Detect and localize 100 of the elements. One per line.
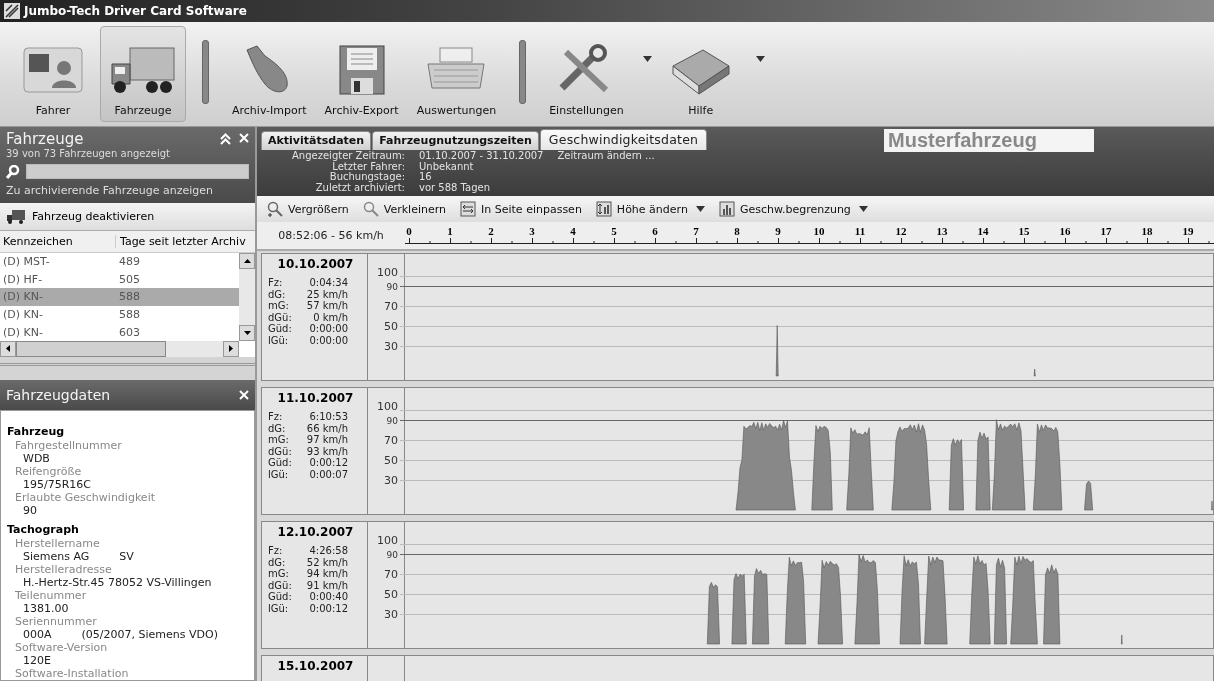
- toolbar-button[interactable]: Hilfe: [657, 26, 744, 122]
- table-cell-text: (D) KN-: [3, 290, 44, 304]
- stat-label: dGü:: [268, 579, 293, 592]
- panel-title: Fahrzeugdaten: [6, 386, 111, 403]
- table-cell-text: 588: [118, 308, 141, 322]
- column-header[interactable]: Kennzeichen: [3, 235, 115, 248]
- speed-axis-label: 30: [384, 340, 398, 353]
- hour-label: 10: [813, 225, 825, 237]
- vertical-scrollbar[interactable]: [239, 253, 255, 341]
- vehicle-name: Musterfahrzeug: [884, 129, 1094, 152]
- zoom-in-icon: [267, 201, 283, 217]
- hour-label: 12: [895, 225, 907, 237]
- panel-title: Fahrzeuge: [6, 130, 84, 148]
- stat-value: 4:26:58: [308, 545, 348, 557]
- hour-label: 7: [693, 225, 699, 237]
- speed-axis-label: 100: [377, 266, 398, 279]
- dropdown-caret-icon[interactable]: [755, 56, 765, 62]
- tab[interactable]: Aktivitätsdaten: [261, 131, 372, 150]
- stat-label: mG:: [268, 568, 290, 580]
- scroll-down-icon[interactable]: [239, 324, 255, 341]
- archive-filter-link[interactable]: Zu archivierende Fahrzeuge anzeigen: [6, 184, 249, 197]
- chart-tool-button[interactable]: Vergrößern: [267, 201, 349, 217]
- toolbar-separator: [202, 40, 209, 104]
- toolbar-button[interactable]: Fahrer: [10, 26, 96, 122]
- chart-tool-button[interactable]: Höhe ändern: [595, 201, 688, 217]
- change-period-link[interactable]: Zeitraum ändern ...: [557, 151, 655, 162]
- chart-tool-button[interactable]: Verkleinern: [362, 201, 447, 217]
- hour-label: 16: [1059, 225, 1071, 237]
- horizontal-scrollbar[interactable]: [0, 340, 239, 357]
- stat-value: 66 km/h: [305, 422, 348, 435]
- stat-label: Güd:: [268, 323, 293, 335]
- stat-label: Güd:: [268, 457, 293, 469]
- day-date: 10.10.2007: [276, 257, 355, 271]
- hour-label: 0: [406, 225, 412, 237]
- dropdown-caret-icon[interactable]: [642, 56, 652, 62]
- scrollbar-thumb[interactable]: [16, 340, 166, 357]
- height-icon: [595, 201, 612, 217]
- table-cell-text: (D) MST-: [3, 255, 51, 269]
- tab[interactable]: Geschwindigkeitsdaten: [539, 129, 708, 150]
- toolbar-button[interactable]: Fahrzeuge: [100, 26, 186, 122]
- stat-value: 97 km/h: [305, 434, 348, 446]
- stat-label: mG:: [268, 300, 290, 312]
- field-value: SV: [119, 549, 134, 563]
- field-value: 120E: [23, 653, 51, 667]
- table-cell-text: (D) KN-: [3, 308, 44, 322]
- stat-value: 91 km/h: [305, 579, 348, 592]
- field-value: 90: [23, 503, 37, 517]
- field-label: Teilenummer: [15, 588, 88, 602]
- speed-axis-label: 70: [384, 568, 398, 581]
- tab[interactable]: Fahrzeugnutzungszeiten: [372, 131, 539, 150]
- info-value: Unbekannt: [419, 161, 475, 172]
- speed-axis-label: 30: [384, 474, 398, 487]
- table-cell-text: 505: [118, 272, 141, 286]
- toolbar-button[interactable]: Archiv-Export: [317, 26, 406, 122]
- cursor-readout: 08:52:06 - 56 km/h: [277, 228, 385, 244]
- stat-value: 93 km/h: [305, 445, 348, 458]
- day-date: 12.10.2007: [276, 525, 355, 539]
- scroll-up-icon[interactable]: [239, 253, 255, 269]
- collapse-icon[interactable]: [220, 133, 231, 145]
- stat-value: 0:00:12: [308, 457, 348, 469]
- table-cell-text: (D) KN-: [3, 325, 44, 339]
- speed-axis-label: 100: [377, 400, 398, 413]
- scroll-right-icon[interactable]: [223, 340, 239, 357]
- scroll-left-icon[interactable]: [0, 340, 16, 357]
- search-icon: [6, 164, 20, 179]
- chart-tool-button[interactable]: Geschw.begrenzung: [718, 201, 851, 217]
- close-icon[interactable]: [239, 389, 249, 400]
- stat-value: 52 km/h: [305, 556, 348, 569]
- info-label: Letzter Fahrer:: [332, 161, 405, 172]
- chart-tool-button[interactable]: In Seite einpassen: [460, 201, 582, 217]
- close-icon[interactable]: [239, 133, 249, 143]
- stat-value: 0 km/h: [312, 311, 348, 324]
- table-cell-text: 489: [118, 255, 141, 269]
- stat-label: dGü:: [268, 445, 293, 458]
- field-label: Fahrgestellnummer: [15, 438, 123, 452]
- stat-value: 94 km/h: [305, 568, 348, 580]
- speed-axis-label: 50: [384, 454, 398, 467]
- stat-value: 57 km/h: [305, 300, 348, 312]
- search-field[interactable]: [26, 164, 249, 179]
- info-label: Buchungstage:: [329, 172, 405, 183]
- field-label: Erlaubte Geschwindigkeit: [15, 490, 156, 504]
- toolbar-button[interactable]: Auswertungen: [409, 26, 504, 122]
- dropdown-caret-icon[interactable]: [858, 206, 868, 212]
- section-heading: Tachograph: [7, 522, 80, 536]
- hour-label: 15: [1018, 225, 1030, 237]
- hour-label: 17: [1100, 225, 1112, 237]
- speed-axis-label: 90: [386, 416, 398, 426]
- info-label: Zuletzt archiviert:: [314, 182, 405, 193]
- stat-label: Fz:: [268, 545, 284, 557]
- speed-axis-label: 100: [377, 534, 398, 547]
- toolbar-button[interactable]: Einstellungen: [542, 26, 631, 122]
- column-header[interactable]: Tage seit letzter Archiv: [115, 235, 255, 248]
- speed-limit-icon: [718, 201, 735, 217]
- dropdown-caret-icon[interactable]: [695, 206, 705, 212]
- toolbar-button[interactable]: Archiv-Import: [225, 26, 314, 122]
- toolbar-separator: [519, 40, 527, 104]
- stat-value: 0:00:00: [308, 323, 348, 335]
- hour-label: 1: [447, 225, 453, 237]
- field-value: 000A: [23, 627, 52, 641]
- stat-value: 25 km/h: [305, 288, 348, 301]
